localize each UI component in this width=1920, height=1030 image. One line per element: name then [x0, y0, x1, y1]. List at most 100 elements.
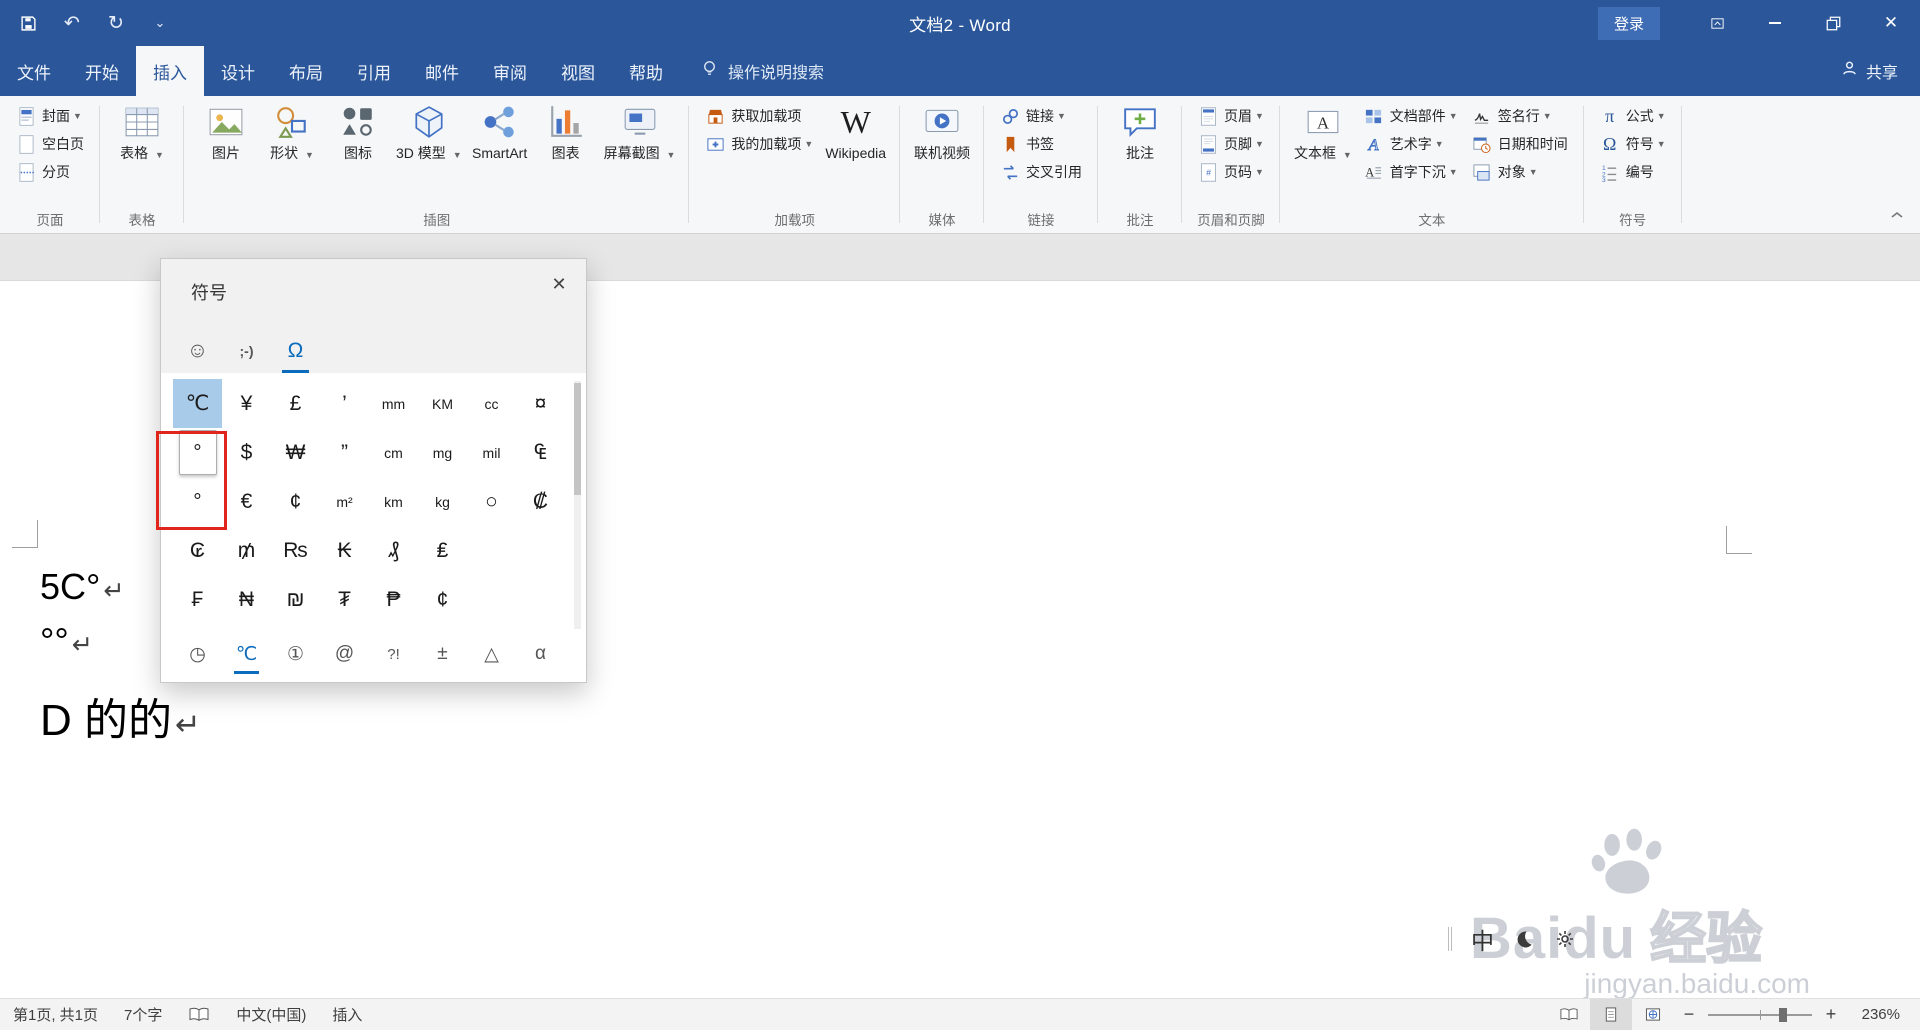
my-add-ins-button[interactable]: 我的加载项 ▼ [698, 130, 820, 158]
quick-parts-button[interactable]: 文档部件 ▼ [1357, 102, 1465, 130]
symbol-category-greek-letters[interactable]: α [516, 632, 565, 676]
symbol-button[interactable]: Ω 符号 ▼ [1593, 130, 1673, 158]
get-add-ins-button[interactable]: 获取加载项 [698, 102, 820, 130]
symbol-cell[interactable]: ₰ [369, 526, 418, 575]
zoom-slider-thumb[interactable] [1778, 1007, 1787, 1022]
symbol-cell[interactable]: £ [271, 379, 320, 428]
symbol-cell[interactable]: ¢ [271, 477, 320, 526]
cross-reference-button[interactable]: 交叉引用 [993, 158, 1089, 186]
symbol-cell[interactable]: ’ [320, 379, 369, 428]
close-icon[interactable]: ✕ [544, 269, 574, 299]
symbol-cell[interactable]: ₨ [271, 526, 320, 575]
zoom-slider[interactable] [1708, 1007, 1812, 1022]
3d-models-button[interactable]: 3D 模型 ▼ [391, 98, 467, 163]
tell-me-search[interactable]: 操作说明搜索 [700, 46, 824, 96]
tab-help[interactable]: 帮助 [612, 46, 680, 96]
tab-layout[interactable]: 布局 [272, 46, 340, 96]
symbol-panel-tab-symbols[interactable]: Ω [271, 329, 320, 373]
insert-mode-indicator[interactable]: 插入 [319, 999, 375, 1030]
symbol-cell[interactable]: ¤ [516, 379, 565, 428]
signature-line-button[interactable]: 签名行 ▼ [1465, 102, 1575, 130]
symbol-cell[interactable]: ℃ [173, 379, 222, 428]
symbol-cell[interactable]: ₥ [222, 526, 271, 575]
proofing-status[interactable] [175, 999, 223, 1030]
shapes-button[interactable]: 形状 ▼ [259, 98, 325, 163]
word-count[interactable]: 7个字 [111, 999, 175, 1030]
maximize-button[interactable] [1804, 0, 1862, 46]
symbol-category-geometric-shapes[interactable]: △ [467, 632, 516, 676]
online-video-button[interactable]: 联机视频 [909, 98, 975, 161]
symbol-cell[interactable]: ₱ [369, 575, 418, 624]
symbol-cell[interactable]: € [222, 477, 271, 526]
tab-mailings[interactable]: 邮件 [408, 46, 476, 96]
redo-button[interactable]: ↻ [104, 11, 128, 35]
symbol-panel-tab-kaomoji[interactable]: ;-) [222, 329, 271, 373]
screenshot-button[interactable]: 屏幕截图 ▼ [599, 98, 681, 163]
symbol-category-enclosed-numbers[interactable]: ① [271, 632, 320, 676]
symbol-cell[interactable]: m² [320, 477, 369, 526]
symbol-cell[interactable]: KM [418, 379, 467, 428]
symbol-cell[interactable]: ₠ [516, 428, 565, 477]
icons-button[interactable]: 图标 [325, 98, 391, 161]
symbol-cell[interactable]: kg [418, 477, 467, 526]
print-layout-button[interactable] [1590, 999, 1632, 1030]
page-number-button[interactable]: # 页码 ▼ [1191, 158, 1271, 186]
tab-view[interactable]: 视图 [544, 46, 612, 96]
bookmark-button[interactable]: 书签 [993, 130, 1089, 158]
zoom-level[interactable]: 236% [1846, 1006, 1920, 1023]
symbol-cell[interactable]: km [369, 477, 418, 526]
tab-design[interactable]: 设计 [204, 46, 272, 96]
symbol-grid-scrollbar[interactable] [574, 381, 581, 629]
drop-cap-button[interactable]: A 首字下沉 ▼ [1357, 158, 1465, 186]
symbol-category-units-currency[interactable]: ℃ [222, 632, 271, 676]
numbering-button[interactable]: 1 2 3 编号 [1593, 158, 1673, 186]
symbol-cell[interactable]: ¥ [222, 379, 271, 428]
document-line-3[interactable]: D 的的↵ [40, 684, 201, 748]
gear-icon[interactable] [1554, 928, 1576, 950]
comment-button[interactable]: 批注 [1107, 98, 1173, 161]
web-layout-button[interactable] [1632, 999, 1674, 1030]
wordart-button[interactable]: A 艺术字 ▼ [1357, 130, 1465, 158]
text-box-button[interactable]: A 文本框 ▼ [1289, 98, 1357, 163]
page-indicator[interactable]: 第1页, 共1页 [0, 999, 111, 1030]
symbol-cell[interactable]: ₮ [320, 575, 369, 624]
symbol-cell[interactable]: mil [467, 428, 516, 477]
close-button[interactable]: ✕ [1862, 0, 1920, 46]
date-time-button[interactable]: 日期和时间 [1465, 130, 1575, 158]
symbol-cell[interactable]: cm [369, 428, 418, 477]
undo-button[interactable]: ↶ [60, 11, 84, 35]
share-button[interactable]: 共享 [1840, 46, 1920, 96]
tab-insert[interactable]: 插入 [136, 46, 204, 96]
blank-page-button[interactable]: 空白页 [9, 130, 91, 158]
symbol-cell[interactable]: ₢ [173, 526, 222, 575]
tab-home[interactable]: 开始 [68, 46, 136, 96]
symbol-cell[interactable]: ¢ [418, 575, 467, 624]
symbol-cell[interactable]: ₭ [320, 526, 369, 575]
symbol-category-at-symbols[interactable]: @ [320, 632, 369, 676]
smartart-button[interactable]: SmartArt [467, 98, 533, 161]
moon-icon[interactable] [1513, 928, 1535, 950]
link-button[interactable]: 链接 ▼ [993, 102, 1089, 130]
chart-button[interactable]: 图表 [533, 98, 599, 161]
header-button[interactable]: 页眉 ▼ [1191, 102, 1271, 130]
document-line-1[interactable]: 5C° ↵ [40, 566, 125, 608]
symbol-cell[interactable]: ° [178, 430, 217, 475]
symbol-cell[interactable]: ○ [467, 477, 516, 526]
symbol-cell[interactable]: ₪ [271, 575, 320, 624]
zoom-out-button[interactable]: − [1674, 999, 1704, 1030]
symbol-cell[interactable]: ₡ [516, 477, 565, 526]
save-button[interactable] [16, 11, 40, 35]
symbol-cell[interactable]: ₤ [418, 526, 467, 575]
symbol-cell[interactable]: $ [222, 428, 271, 477]
ime-drag-handle[interactable] [1448, 927, 1452, 951]
scrollbar-thumb[interactable] [574, 383, 581, 495]
collapse-ribbon-button[interactable] [1890, 207, 1904, 225]
symbol-cell[interactable]: ₣ [173, 575, 222, 624]
minimize-button[interactable] [1746, 0, 1804, 46]
object-button[interactable]: 对象 ▼ [1465, 158, 1575, 186]
page-break-button[interactable]: 分页 [9, 158, 91, 186]
wikipedia-button[interactable]: W Wikipedia [820, 98, 891, 161]
zoom-in-button[interactable]: + [1816, 999, 1846, 1030]
symbol-cell[interactable]: mm [369, 379, 418, 428]
pictures-button[interactable]: 图片 [193, 98, 259, 161]
